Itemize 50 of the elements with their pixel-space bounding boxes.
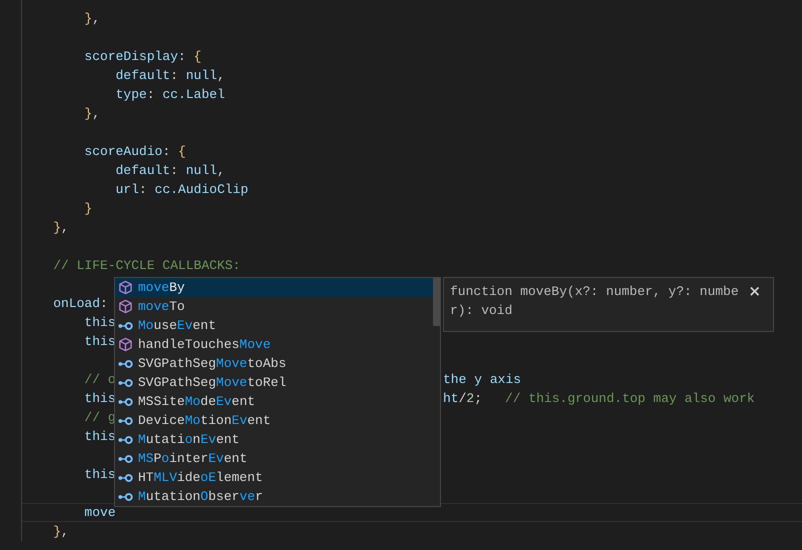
code-line: type: cc.Label	[116, 86, 225, 104]
code-line: default: null,	[116, 67, 225, 85]
code-line: },	[84, 105, 100, 123]
suggestion-item[interactable]: MSSiteModeEvent	[115, 392, 433, 411]
suggestion-item[interactable]: moveBy	[115, 278, 433, 297]
code-line: },	[53, 219, 69, 237]
suggestion-item[interactable]: MouseEvent	[115, 316, 433, 335]
suggestion-item[interactable]: MutationObserver	[115, 487, 433, 506]
dot-circle-icon	[118, 434, 133, 444]
code-line: scoreDisplay: {	[84, 48, 202, 66]
code-line: move	[84, 504, 116, 521]
dot-circle-icon	[118, 416, 133, 426]
dot-circle-icon	[118, 320, 133, 330]
dot-circle-icon	[118, 454, 133, 464]
code-line: }	[84, 200, 92, 218]
code-line: this	[84, 314, 116, 332]
code-line: this	[84, 390, 116, 408]
code-line: this	[84, 333, 116, 351]
code-line: // this.ground.top may also work	[505, 390, 755, 408]
signature-text: r): void	[450, 302, 514, 320]
code-line: scoreAudio: {	[84, 143, 186, 161]
cube-icon	[118, 280, 133, 295]
suggestion-item[interactable]: moveTo	[115, 297, 433, 316]
dot-circle-icon	[118, 396, 133, 406]
code-line: url: cc.AudioClip	[116, 181, 248, 199]
code-line: // LIFE-CYCLE CALLBACKS:	[53, 257, 240, 275]
suggestion-item[interactable]: MSPointerEvent	[115, 449, 433, 468]
suggestion-item[interactable]: SVGPathSegMovetoAbs	[115, 354, 433, 373]
close-button[interactable]: ×	[742, 282, 767, 300]
code-line: this	[84, 428, 116, 446]
suggestion-item[interactable]: handleTouchesMove	[115, 335, 433, 354]
suggestion-item[interactable]: HTMLVideoElement	[115, 468, 433, 487]
code-line: default: null,	[116, 162, 225, 180]
signature-text: function moveBy(x?: number, y?: numbe	[450, 283, 740, 301]
dot-circle-icon	[118, 472, 133, 482]
code-line: },	[84, 10, 100, 28]
dot-circle-icon	[118, 358, 133, 368]
code-line: the y axis	[443, 371, 522, 389]
scrollbar-thumb[interactable]	[433, 278, 440, 326]
suggestion-item[interactable]: SVGPathSegMovetoRel	[115, 373, 433, 392]
suggestion-item[interactable]: DeviceMotionEvent	[115, 411, 433, 430]
code-line: this	[84, 466, 116, 484]
cube-icon	[118, 337, 133, 352]
code-line: },	[53, 523, 69, 541]
suggestion-item[interactable]: MutationEvent	[115, 430, 433, 449]
code-line: onLoad:	[53, 295, 108, 313]
dot-circle-icon	[118, 492, 133, 502]
cube-icon	[118, 299, 133, 314]
code-line: ht/2;	[443, 390, 482, 408]
dot-circle-icon	[118, 378, 133, 388]
